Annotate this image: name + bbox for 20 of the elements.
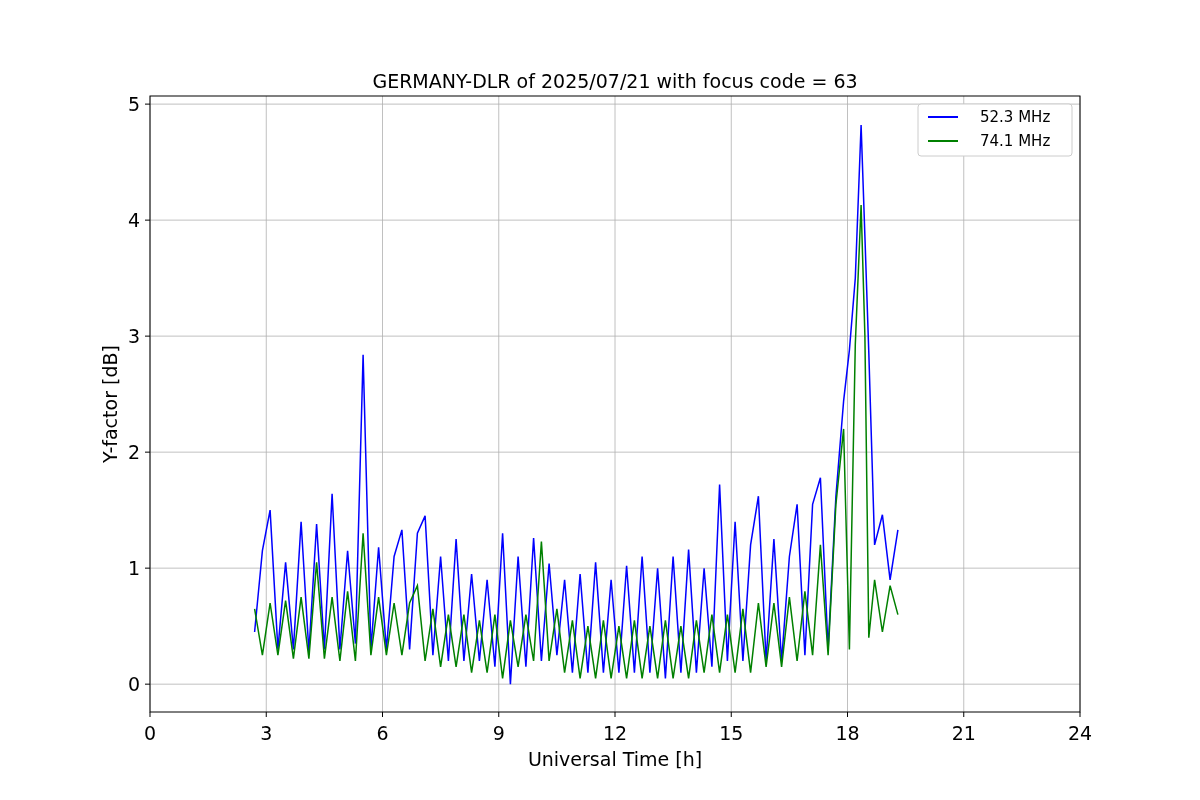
y-tick-label: 0 — [127, 673, 140, 696]
x-tick-label: 18 — [835, 722, 860, 744]
x-tick-label: 6 — [376, 722, 389, 744]
y-axis-label: Y-factor [dB] — [99, 345, 121, 463]
x-tick-label: 21 — [951, 722, 976, 744]
x-tick-label: 3 — [260, 722, 273, 744]
x-tick-label: 24 — [1067, 722, 1093, 744]
y-tick-label: 3 — [127, 325, 140, 348]
legend-label: 74.1 MHz — [980, 132, 1051, 150]
chart-title: GERMANY-DLR of 2025/07/21 with focus code = 63 — [372, 70, 858, 92]
y-tick-label: 5 — [127, 93, 140, 116]
x-tick-label: 15 — [719, 722, 744, 744]
y-tick-label: 4 — [127, 209, 140, 232]
legend-label: 52.3 MHz — [980, 108, 1051, 126]
x-tick-label: 0 — [143, 722, 157, 744]
y-tick-label: 2 — [127, 441, 140, 464]
x-tick-label: 12 — [602, 722, 628, 744]
y-tick-label: 1 — [127, 557, 140, 580]
x-tick-label: 9 — [492, 722, 505, 744]
x-axis-label: Universal Time [h] — [527, 748, 703, 770]
